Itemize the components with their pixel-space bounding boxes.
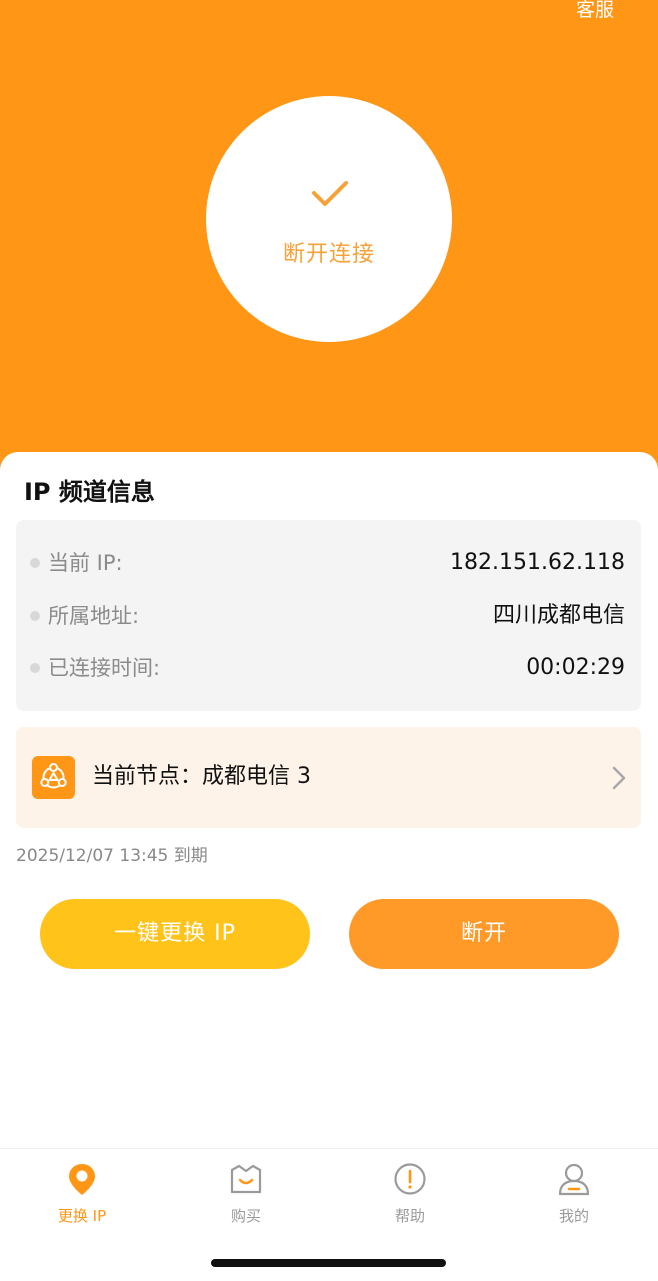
disconnect-connection-label: 断开连接	[282, 242, 375, 267]
header-background: 客服 断开连接	[0, 0, 658, 480]
bullet-dot	[30, 558, 40, 568]
tab-buy-label: 购买	[230, 1207, 261, 1225]
tab-mine[interactable]: 我的	[524, 1159, 624, 1229]
tab-help[interactable]: 帮助	[360, 1159, 460, 1229]
current-node-selector[interactable]: 当前节点：成都电信 3	[16, 727, 641, 828]
current-node-label: 当前节点：成都电信 3	[92, 764, 311, 789]
user-icon	[558, 1163, 590, 1196]
check-icon	[312, 181, 348, 206]
address-row: 所属地址: 四川成都电信	[16, 601, 641, 631]
bullet-dot	[30, 663, 40, 673]
tab-change-ip-label: 更换 IP	[57, 1207, 107, 1225]
disconnect-button[interactable]: 断开	[349, 899, 619, 969]
ip-info-title: IP 频道信息	[24, 478, 155, 506]
node-icon	[32, 756, 75, 799]
content-sheet: IP 频道信息 当前 IP: 182.151.62.118 所属地址: 四川成都…	[0, 452, 658, 1152]
help-icon	[394, 1163, 426, 1195]
shopping-bag-icon	[230, 1164, 262, 1194]
current-ip-value: 182.151.62.118	[450, 550, 625, 575]
location-pin-icon	[69, 1164, 95, 1195]
current-ip-row: 当前 IP: 182.151.62.118	[16, 548, 641, 578]
current-ip-label: 当前 IP:	[48, 551, 123, 575]
tab-mine-label: 我的	[558, 1207, 589, 1225]
connected-time-row: 已连接时间: 00:02:29	[16, 653, 641, 683]
customer-service-link[interactable]: 客服	[576, 0, 614, 22]
connected-time-label: 已连接时间:	[48, 656, 161, 680]
tab-help-label: 帮助	[394, 1207, 425, 1225]
change-ip-button[interactable]: 一键更换 IP	[40, 899, 310, 969]
ip-info-card: 当前 IP: 182.151.62.118 所属地址: 四川成都电信 已连接时间…	[16, 520, 641, 711]
bullet-dot	[30, 611, 40, 621]
address-value: 四川成都电信	[492, 603, 625, 628]
tab-buy[interactable]: 购买	[196, 1159, 296, 1229]
disconnect-connection-button[interactable]: 断开连接	[206, 96, 452, 342]
expiry-date: 2025/12/07 13:45 到期	[16, 846, 208, 866]
chevron-right-icon	[612, 766, 626, 790]
home-indicator[interactable]	[211, 1259, 446, 1267]
connected-time-value: 00:02:29	[526, 655, 625, 680]
tab-change-ip[interactable]: 更换 IP	[32, 1159, 132, 1229]
address-label: 所属地址:	[48, 604, 140, 628]
